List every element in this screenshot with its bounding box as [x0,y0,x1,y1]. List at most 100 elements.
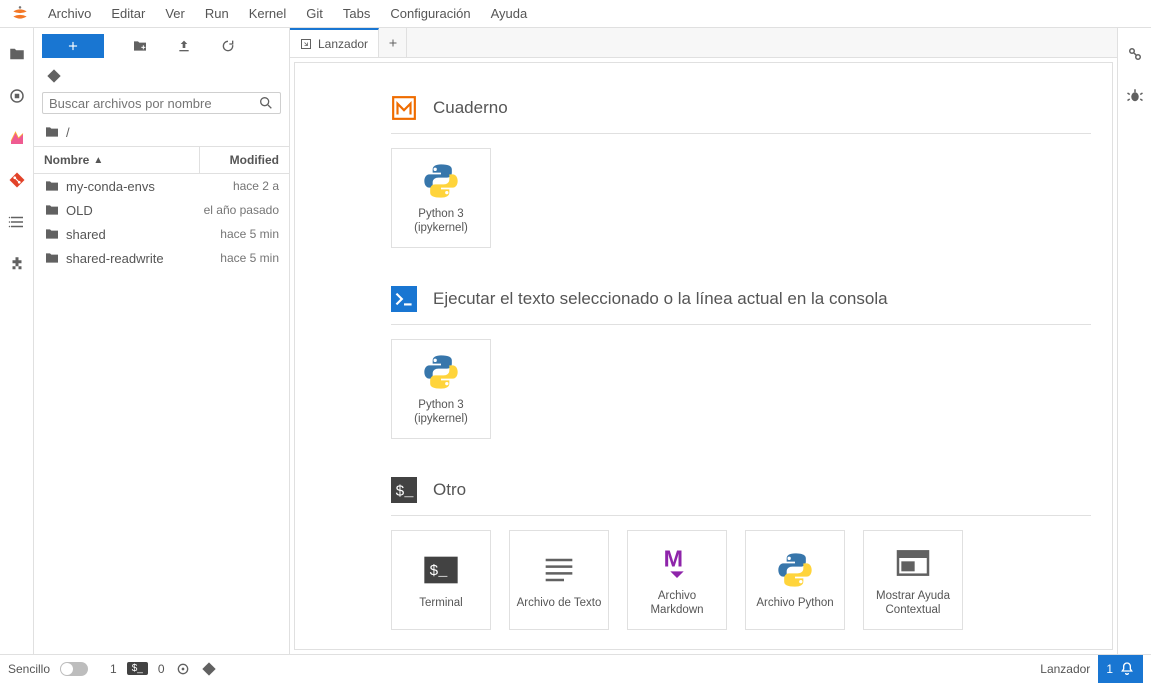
menu-ver[interactable]: Ver [155,2,195,25]
main-dock: Lanzador Cuaderno [290,28,1117,654]
file-name: shared-readwrite [66,251,220,266]
status-simple-label: Sencillo [8,662,50,676]
file-toolbar [34,28,289,64]
status-git-icon[interactable] [201,661,217,677]
bell-icon [1119,661,1135,677]
new-tab-button[interactable] [379,28,407,57]
menu-configuracion[interactable]: Configuración [380,2,480,25]
menu-editar[interactable]: Editar [101,2,155,25]
card-label: Archivo Markdown [634,589,720,618]
section-other-title: Otro [433,480,466,500]
other-section-icon: $_ [391,477,417,503]
file-modified: hace 5 min [220,251,279,265]
status-kernel-count[interactable]: 0 [158,662,165,676]
file-header-name[interactable]: Nombre ▲ [34,147,199,173]
menu-kernel[interactable]: Kernel [239,2,297,25]
menu-archivo[interactable]: Archivo [38,2,101,25]
card-label: Terminal [419,596,462,610]
section-console-title: Ejecutar el texto seleccionado o la líne… [433,289,888,309]
file-header-modified[interactable]: Modified [199,147,289,173]
file-header: Nombre ▲ Modified [34,146,289,174]
file-search-input[interactable] [49,96,258,111]
python-icon [421,352,461,392]
folder-icon [44,202,60,218]
right-sidebar [1117,28,1151,654]
menubar: Archivo Editar Ver Run Kernel Git Tabs C… [0,0,1151,28]
new-folder-icon[interactable] [132,38,148,54]
file-name: OLD [66,203,204,218]
status-kernel-icon[interactable] [175,661,191,677]
property-inspector-icon[interactable] [1125,44,1145,64]
file-browser-panel: / Nombre ▲ Modified my-conda-envs hace 2… [34,28,290,654]
status-terminal-count[interactable]: 1 [110,662,117,676]
search-icon [258,95,274,111]
folder-icon [44,250,60,266]
help-window-icon [893,543,933,583]
status-right-label: Lanzador [1040,662,1090,676]
python-icon [421,161,461,201]
card-label: Python 3 (ipykernel) [414,398,468,427]
breadcrumb[interactable]: / [34,118,289,146]
simple-mode-toggle[interactable] [60,662,88,676]
toc-tab-icon[interactable] [7,212,27,232]
left-sidebar [0,28,34,654]
python-icon [775,550,815,590]
extensions-tab-icon[interactable] [7,254,27,274]
jupyter-logo [10,4,30,24]
running-tab-icon[interactable] [7,86,27,106]
sort-asc-icon: ▲ [93,155,103,166]
launcher-terminal[interactable]: $_ Terminal [391,530,491,630]
git-tab-icon[interactable] [7,170,27,190]
menu-ayuda[interactable]: Ayuda [481,2,538,25]
section-other-header: $_ Otro [391,465,1091,516]
upload-icon[interactable] [176,38,192,54]
section-notebook-title: Cuaderno [433,98,508,118]
card-label: Mostrar Ayuda Contextual [870,589,956,618]
notebook-section-icon [391,95,417,121]
file-row[interactable]: shared hace 5 min [34,222,289,246]
card-label: Python 3 (ipykernel) [414,207,468,236]
file-list: my-conda-envs hace 2 a OLD el año pasado… [34,174,289,654]
card-label: Archivo de Texto [517,596,602,610]
git-toolbar-icon[interactable] [34,64,289,88]
terminal-status-icon: $_ [127,662,148,675]
folder-icon [44,226,60,242]
tab-title: Lanzador [318,37,368,51]
section-console-header: Ejecutar el texto seleccionado o la líne… [391,274,1091,325]
section-notebook-header: Cuaderno [391,83,1091,134]
launcher-text-file[interactable]: Archivo de Texto [509,530,609,630]
debugger-icon[interactable] [1125,86,1145,106]
file-modified: hace 5 min [220,227,279,241]
file-modified: hace 2 a [233,179,279,193]
launcher-contextual-help[interactable]: Mostrar Ayuda Contextual [863,530,963,630]
refresh-icon[interactable] [220,38,236,54]
dask-tab-icon[interactable] [7,128,27,148]
menu-tabs[interactable]: Tabs [333,2,380,25]
svg-text:$_: $_ [429,563,448,580]
launcher-python-file[interactable]: Archivo Python [745,530,845,630]
launcher-notebook-python3[interactable]: Python 3 (ipykernel) [391,148,491,248]
svg-text:M: M [664,545,683,571]
file-modified: el año pasado [204,203,279,217]
menu-git[interactable]: Git [296,2,333,25]
tab-bar: Lanzador [290,28,1117,58]
file-name: my-conda-envs [66,179,233,194]
folder-icon [44,178,60,194]
file-row[interactable]: OLD el año pasado [34,198,289,222]
file-search-box[interactable] [42,92,281,114]
console-section-icon [391,286,417,312]
markdown-icon: M [657,543,697,583]
tab-launcher[interactable]: Lanzador [290,28,379,57]
text-file-icon [539,550,579,590]
file-browser-tab-icon[interactable] [7,44,27,64]
terminal-icon: $_ [421,550,461,590]
menu-run[interactable]: Run [195,2,239,25]
svg-text:$_: $_ [395,482,414,500]
launcher-console-python3[interactable]: Python 3 (ipykernel) [391,339,491,439]
launcher-markdown-file[interactable]: M Archivo Markdown [627,530,727,630]
notifications-badge[interactable]: 1 [1098,655,1143,683]
file-row[interactable]: my-conda-envs hace 2 a [34,174,289,198]
new-launcher-button[interactable] [42,34,104,58]
breadcrumb-path: / [66,125,70,140]
file-row[interactable]: shared-readwrite hace 5 min [34,246,289,270]
